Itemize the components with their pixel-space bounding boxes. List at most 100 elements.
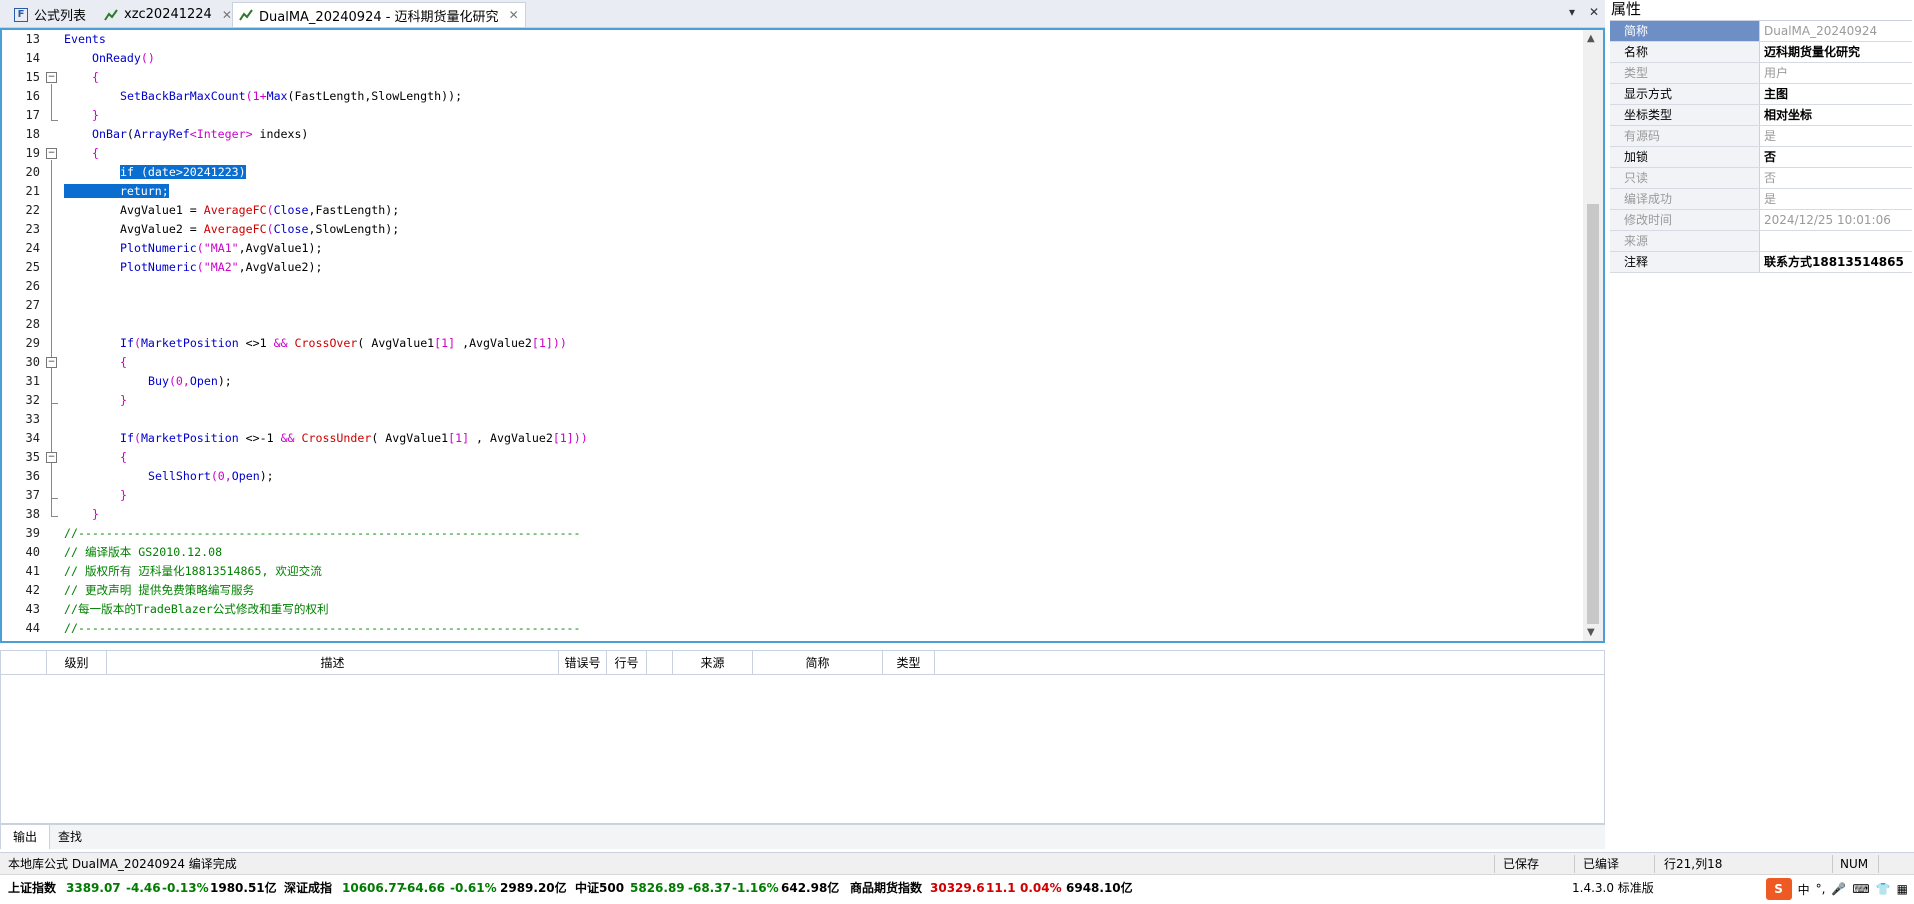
tab-xzc20241224[interactable]: xzc20241224 ✕ xyxy=(98,2,238,27)
property-key: 显示方式 xyxy=(1610,84,1760,104)
column-header-line-no[interactable]: 行号 xyxy=(607,651,647,675)
tab-label: xzc20241224 xyxy=(124,7,212,22)
close-icon[interactable]: ✕ xyxy=(509,8,519,22)
code-line: If(MarketPosition <>-1 && CrossUnder( Av… xyxy=(120,431,588,445)
property-row-axis-type[interactable]: 坐标类型 相对坐标 xyxy=(1610,105,1912,126)
error-list-panel: 级别 描述 错误号 行号 来源 简称 类型 xyxy=(0,650,1605,824)
line-number: 13 xyxy=(25,32,40,46)
line-number: 22 xyxy=(25,203,40,217)
properties-title: 属性 xyxy=(1611,0,1642,18)
tab-dropdown-icon[interactable]: ▾ xyxy=(1569,5,1575,19)
fold-toggle-icon[interactable]: − xyxy=(46,148,57,159)
property-row-locked[interactable]: 加锁否 xyxy=(1610,147,1912,168)
line-number: 30 xyxy=(25,355,40,369)
line-number: 18 xyxy=(25,127,40,141)
status-divider xyxy=(1494,855,1495,873)
status-saved: 已保存 xyxy=(1503,857,1540,871)
fold-toggle-icon[interactable]: − xyxy=(46,72,57,83)
column-header-description[interactable]: 描述 xyxy=(107,651,559,675)
property-row-display-mode[interactable]: 显示方式 主图 xyxy=(1610,84,1912,105)
scroll-up-icon[interactable]: ▲ xyxy=(1587,33,1595,44)
index-change-pct: -0.13% xyxy=(162,881,209,895)
close-icon[interactable]: ✕ xyxy=(222,8,232,22)
chart-line-icon xyxy=(104,8,118,22)
code-line: { xyxy=(120,450,127,464)
line-number: 44 xyxy=(25,621,40,635)
status-num-lock: NUM xyxy=(1840,857,1869,871)
app-version: 1.4.3.0 标准版 xyxy=(1572,881,1654,895)
property-row-type[interactable]: 类型 用户 xyxy=(1610,63,1912,84)
property-value[interactable]: 联系方式18813514865 xyxy=(1760,252,1912,272)
code-comment-line: // 编译版本 GS2010.12.08 xyxy=(64,545,223,559)
tab-formula-list[interactable]: F 公式列表 xyxy=(8,2,92,27)
index-change: -4.46 xyxy=(126,881,161,895)
property-row-short-name[interactable]: 简称 DualMA_20240924 xyxy=(1610,21,1912,42)
code-line: SellShort(0,Open); xyxy=(148,469,274,483)
line-number: 36 xyxy=(25,469,40,483)
error-list-header: 级别 描述 错误号 行号 来源 简称 类型 xyxy=(1,651,1604,675)
status-divider xyxy=(1832,855,1833,873)
column-header-source[interactable]: 来源 xyxy=(673,651,753,675)
property-row-modified-time[interactable]: 修改时间 2024/12/25 10:01:06 xyxy=(1610,210,1912,231)
property-row-read-only[interactable]: 只读否 xyxy=(1610,168,1912,189)
fold-line xyxy=(51,498,58,499)
property-value xyxy=(1760,231,1912,251)
property-row-source[interactable]: 来源 xyxy=(1610,231,1912,252)
line-number: 38 xyxy=(25,507,40,521)
column-header-level[interactable]: 级别 xyxy=(47,651,107,675)
index-change-pct: -0.61% xyxy=(450,881,497,895)
property-value[interactable]: 主图 xyxy=(1760,84,1912,104)
index-volume: 1980.51亿 xyxy=(210,881,277,895)
code-comment-line: // 更改声明 提供免费策略编写服务 xyxy=(64,583,255,597)
tab-label: 公式列表 xyxy=(34,9,87,24)
property-value[interactable]: 否 xyxy=(1760,147,1912,167)
column-header-short-name[interactable]: 简称 xyxy=(753,651,883,675)
index-name: 商品期货指数 xyxy=(850,881,923,895)
line-number: 28 xyxy=(25,317,40,331)
code-line: OnBar(ArrayRef<Integer> indexs) xyxy=(92,127,309,141)
property-row-has-source[interactable]: 有源码是 xyxy=(1610,126,1912,147)
property-value[interactable]: 迈科期货量化研究 xyxy=(1760,42,1912,62)
column-header-error-no[interactable]: 错误号 xyxy=(559,651,607,675)
code-text-area[interactable]: Events OnReady() { SetBackBarMaxCount(1+… xyxy=(64,30,1581,641)
fold-toggle-icon[interactable]: − xyxy=(46,452,57,463)
property-row-name[interactable]: 名称 迈科期货量化研究 xyxy=(1610,42,1912,63)
status-divider xyxy=(1654,855,1655,873)
fold-toggle-icon[interactable]: − xyxy=(46,357,57,368)
skin-icon[interactable]: 👕 xyxy=(1876,882,1891,896)
code-line: PlotNumeric("MA1",AvgValue1); xyxy=(120,241,323,255)
property-value[interactable]: 相对坐标 xyxy=(1760,105,1912,125)
microphone-icon[interactable]: 🎤 xyxy=(1831,882,1846,896)
tab-dualma[interactable]: DualMA_20240924 - 迈科期货量化研究 ✕ xyxy=(232,2,526,27)
property-key: 编译成功 xyxy=(1610,189,1760,209)
keyboard-icon[interactable]: ⌨ xyxy=(1852,882,1869,896)
index-name: 中证500 xyxy=(575,881,625,895)
editor-vertical-scrollbar[interactable]: ▲ ▼ xyxy=(1583,30,1603,641)
property-key: 简称 xyxy=(1610,21,1760,41)
property-row-comment[interactable]: 注释 联系方式18813514865 xyxy=(1610,252,1912,273)
ime-mode[interactable]: 中 xyxy=(1798,881,1810,898)
sogou-logo-icon[interactable]: S xyxy=(1765,878,1792,900)
tab-find[interactable]: 查找 xyxy=(46,825,94,849)
property-value: 2024/12/25 10:01:06 xyxy=(1764,213,1891,227)
code-line: Buy(0,Open); xyxy=(148,374,232,388)
property-row-compiled[interactable]: 编译成功是 xyxy=(1610,189,1912,210)
scrollbar-thumb[interactable] xyxy=(1587,204,1599,624)
tab-output[interactable]: 输出 xyxy=(0,825,51,849)
line-number: 24 xyxy=(25,241,40,255)
scroll-down-icon[interactable]: ▼ xyxy=(1587,627,1595,638)
close-icon[interactable]: ✕ xyxy=(1589,5,1599,19)
status-bar: 本地库公式 DualMA_20240924 编译完成 已保存 已编译 行21,列… xyxy=(0,852,1914,874)
line-number-gutter: 13 14 15 16 17 18 19 20 21 22 23 24 25 26 27 28 29 30 31 32… xyxy=(2,30,64,641)
fold-line xyxy=(51,120,58,121)
column-header-blank[interactable] xyxy=(1,651,47,675)
market-ticker-bar: 上证指数 3389.07 -4.46 -0.13% 1980.51亿 深证成指 … xyxy=(0,874,1914,904)
punctuation-icon[interactable]: °, xyxy=(1816,882,1826,896)
code-line: { xyxy=(92,70,99,84)
column-header-type[interactable]: 类型 xyxy=(883,651,935,675)
grid-icon[interactable]: ▦ xyxy=(1897,882,1908,896)
column-header-blank[interactable] xyxy=(647,651,673,675)
line-number: 21 xyxy=(25,184,40,198)
property-value: 是 xyxy=(1764,192,1777,206)
code-editor[interactable]: 13 14 15 16 17 18 19 20 21 22 23 24 25 26 27 28 29 30 31 32… xyxy=(0,28,1605,643)
